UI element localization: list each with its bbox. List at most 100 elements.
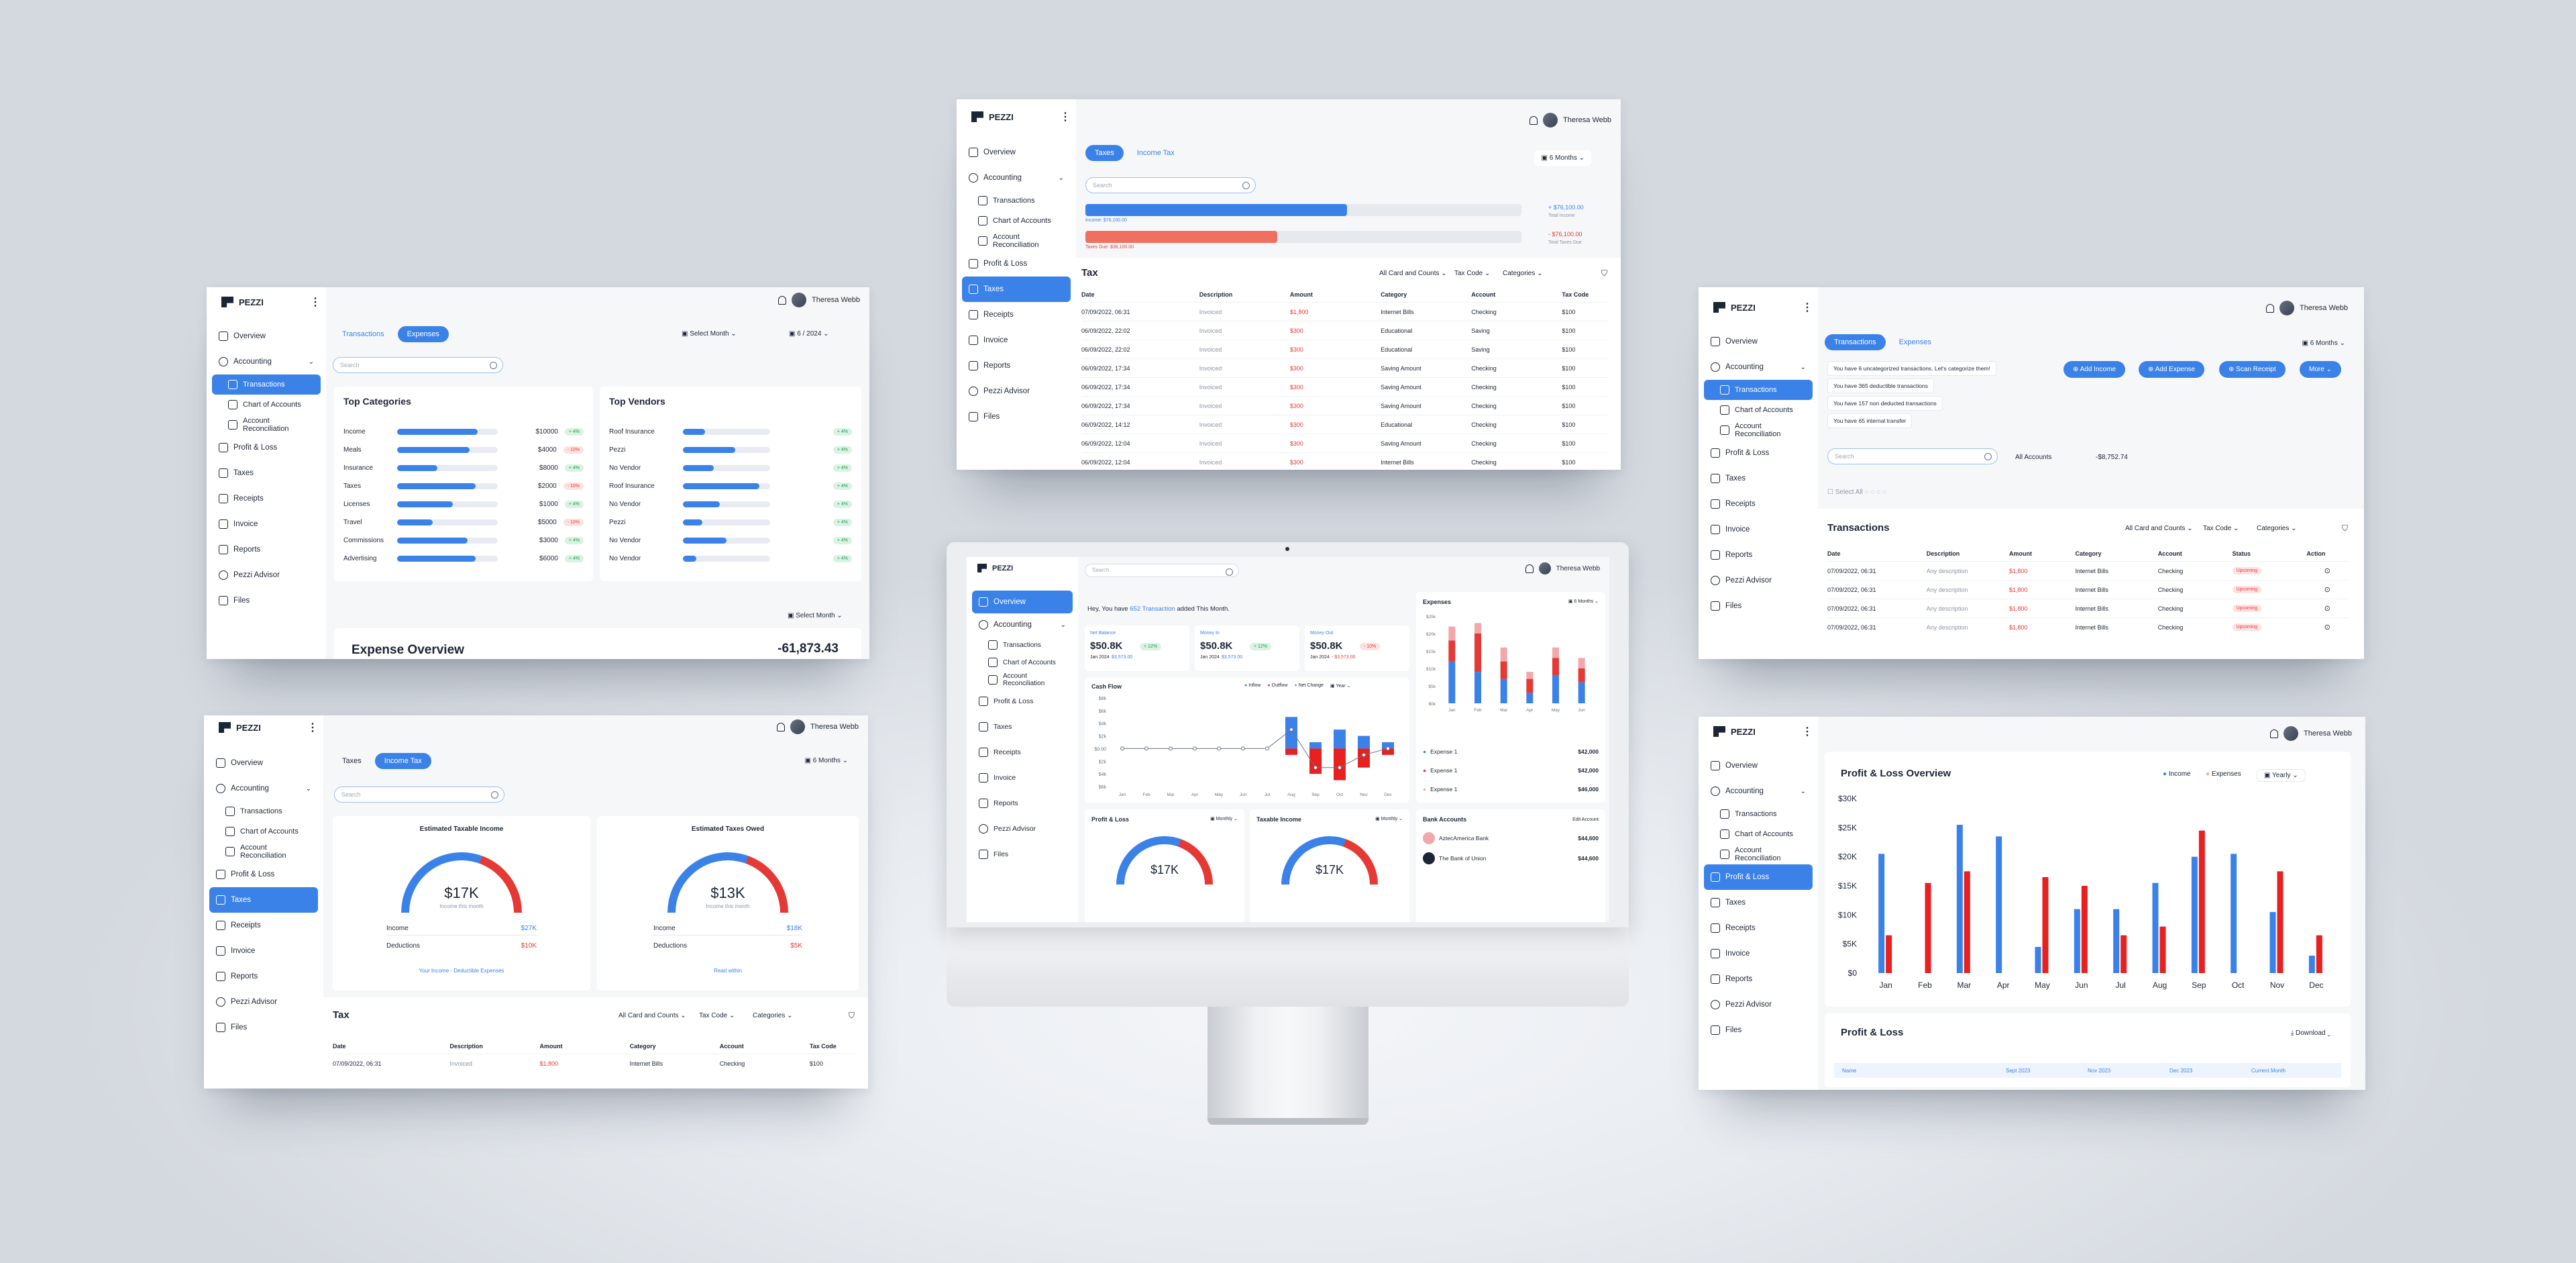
sidebar-item-reports[interactable]: Reports: [1704, 966, 1813, 992]
info-link[interactable]: Your Income - Deductible Expenses: [333, 968, 590, 974]
period-dropdown[interactable]: ▣ 6 Months ⌄: [1568, 599, 1599, 604]
greeting-link[interactable]: 652 Transaction: [1130, 605, 1175, 613]
sidebar-item-files[interactable]: Files: [1704, 593, 1813, 619]
search-input[interactable]: Search: [1827, 448, 1998, 464]
filter-categories[interactable]: Categories ⌄: [1503, 270, 1543, 277]
bank-row[interactable]: AztecAmerica Bank $44,600: [1423, 832, 1599, 844]
sidebar-item-advisor[interactable]: Pezzi Advisor: [972, 816, 1073, 842]
sidebar-item-receipts[interactable]: Receipts: [209, 913, 318, 938]
period-dropdown[interactable]: ▣ 6 Months ⌄: [804, 757, 848, 764]
sidebar-item-reports[interactable]: Reports: [972, 791, 1073, 816]
filter-cards[interactable]: All Card and Counts ⌄: [619, 1012, 686, 1019]
sidebar-item-profit-loss[interactable]: Profit & Loss: [209, 862, 318, 887]
period-dropdown[interactable]: ▣ Yearly ⌄: [2257, 769, 2306, 782]
add-expense-button[interactable]: ⊕ Add Expense: [2139, 361, 2205, 378]
sidebar-item-account-reconciliation[interactable]: Account Reconciliation: [212, 415, 321, 435]
period-dropdown[interactable]: ▣ 6 Months ⌄: [2302, 340, 2345, 347]
edit-account-link[interactable]: Edit Account: [1572, 817, 1599, 822]
bell-icon[interactable]: [1525, 564, 1534, 573]
more-button[interactable]: More ⌄: [2300, 361, 2341, 378]
tab-taxes[interactable]: Taxes: [333, 753, 371, 769]
sidebar-item-chart-of-accounts[interactable]: Chart of Accounts: [1704, 824, 1813, 844]
sidebar-item-reports[interactable]: Reports: [212, 537, 321, 562]
select-all-checkbox[interactable]: ☐ Select All ◌ ◌ ◌ ◌: [1827, 489, 1886, 496]
scan-receipt-button[interactable]: ⊕ Scan Receipt: [2219, 361, 2286, 378]
sidebar-item-receipts[interactable]: Receipts: [212, 486, 321, 511]
notice-deductible[interactable]: You have 365 deductible transactions: [1827, 378, 1934, 393]
notice-internal-transfer[interactable]: You have 65 internal transfer: [1827, 413, 1913, 428]
sidebar-item-transactions[interactable]: Transactions: [209, 801, 318, 821]
row-action-icon[interactable]: ⊙: [2324, 623, 2330, 632]
sidebar-item-invoice[interactable]: Invoice: [1704, 941, 1813, 966]
period-dropdown[interactable]: ▣ Monthly ⌄: [1210, 816, 1238, 821]
sidebar-item-invoice[interactable]: Invoice: [962, 327, 1071, 353]
sidebar-item-taxes[interactable]: Taxes: [972, 714, 1073, 740]
filter-tax-code[interactable]: Tax Code ⌄: [699, 1012, 735, 1019]
sidebar-item-account-reconciliation[interactable]: Account Reconciliation: [962, 231, 1071, 251]
sidebar-item-chart-of-accounts[interactable]: Chart of Accounts: [209, 821, 318, 842]
sidebar-item-profit-loss[interactable]: Profit & Loss: [972, 689, 1073, 714]
sidebar-item-account-reconciliation[interactable]: Account Reconciliation: [1704, 844, 1813, 864]
user-menu[interactable]: Theresa Webb: [1529, 113, 1611, 128]
filter-icon[interactable]: ⛉: [2342, 523, 2348, 534]
more-menu-icon[interactable]: ⋮: [1060, 110, 1071, 123]
notice-non-deducted[interactable]: You have 157 non deducted transactions: [1827, 396, 1943, 411]
sidebar-item-account-reconciliation[interactable]: Account Reconciliation: [972, 671, 1073, 689]
sidebar-item-invoice[interactable]: Invoice: [209, 938, 318, 964]
accounts-amount[interactable]: -$8,752.74: [2096, 454, 2128, 461]
sidebar-item-taxes[interactable]: Taxes: [212, 460, 321, 486]
sidebar-item-transactions[interactable]: Transactions: [972, 636, 1073, 654]
sidebar-item-profit-loss[interactable]: Profit & Loss: [212, 435, 321, 460]
sidebar-item-accounting[interactable]: Accounting ⌄: [1704, 354, 1813, 380]
sidebar-item-advisor[interactable]: Pezzi Advisor: [1704, 568, 1813, 593]
user-menu[interactable]: Theresa Webb: [778, 293, 860, 307]
filter-categories[interactable]: Categories ⌄: [2257, 525, 2297, 532]
sidebar-item-files[interactable]: Files: [972, 842, 1073, 867]
sidebar-item-invoice[interactable]: Invoice: [972, 765, 1073, 791]
tab-expenses[interactable]: Expenses: [1890, 334, 1941, 350]
filter-categories[interactable]: Categories ⌄: [753, 1012, 793, 1019]
sidebar-item-advisor[interactable]: Pezzi Advisor: [962, 378, 1071, 404]
row-action-icon[interactable]: ⊙: [2324, 566, 2330, 575]
bell-icon[interactable]: [778, 295, 787, 305]
sidebar-item-accounting[interactable]: Accounting ⌄: [209, 776, 318, 801]
info-link[interactable]: Read within: [597, 968, 859, 974]
sidebar-item-overview[interactable]: Overview: [972, 591, 1073, 613]
period-dropdown[interactable]: ▣ Monthly ⌄: [1375, 816, 1403, 821]
legend-year[interactable]: ▣ Year ⌄: [1330, 683, 1350, 689]
bell-icon[interactable]: [1529, 115, 1538, 125]
more-menu-icon[interactable]: ⋮: [310, 295, 321, 309]
filter-tax-code[interactable]: Tax Code ⌄: [2203, 525, 2239, 532]
sidebar-item-transactions[interactable]: Transactions: [1704, 380, 1813, 400]
sidebar-item-transactions[interactable]: Transactions: [212, 374, 321, 395]
sidebar-item-receipts[interactable]: Receipts: [962, 302, 1071, 327]
select-month-dropdown[interactable]: ▣ Select Month ⌄: [682, 330, 737, 338]
sidebar-item-receipts[interactable]: Receipts: [1704, 491, 1813, 517]
search-input[interactable]: Search: [333, 357, 503, 373]
sidebar-item-files[interactable]: Files: [209, 1015, 318, 1040]
sidebar-item-profit-loss[interactable]: Profit & Loss: [1704, 864, 1813, 890]
more-menu-icon[interactable]: ⋮: [1802, 725, 1813, 738]
search-input[interactable]: Search: [334, 787, 504, 803]
sidebar-item-reports[interactable]: Reports: [962, 353, 1071, 378]
filter-icon[interactable]: ⛉: [1601, 268, 1607, 279]
sidebar-item-overview[interactable]: Overview: [1704, 329, 1813, 354]
more-menu-icon[interactable]: ⋮: [1802, 301, 1813, 314]
tab-income-tax[interactable]: Income Tax: [374, 753, 431, 769]
tab-expenses[interactable]: Expenses: [397, 326, 449, 342]
sidebar-item-taxes[interactable]: Taxes: [1704, 466, 1813, 491]
select-month-dropdown[interactable]: ▣ Select Month ⌄: [788, 612, 843, 619]
sidebar-item-profit-loss[interactable]: Profit & Loss: [962, 251, 1071, 276]
tab-income-tax[interactable]: Income Tax: [1128, 145, 1184, 161]
sidebar-item-overview[interactable]: Overview: [962, 140, 1071, 165]
user-menu[interactable]: Theresa Webb: [2270, 726, 2352, 741]
sidebar-item-chart-of-accounts[interactable]: Chart of Accounts: [972, 654, 1073, 671]
add-income-button[interactable]: ⊕ Add Income: [2063, 361, 2125, 378]
sidebar-item-chart-of-accounts[interactable]: Chart of Accounts: [1704, 400, 1813, 420]
notice-uncategorized[interactable]: You have 6 uncategorized transactions. L…: [1827, 361, 1996, 376]
bank-row[interactable]: The Bank of Union $44,600: [1423, 852, 1599, 864]
tab-taxes[interactable]: Taxes: [1085, 145, 1124, 161]
period-dropdown[interactable]: ▣ 6 / 2024 ⌄: [789, 330, 829, 338]
sidebar-item-chart-of-accounts[interactable]: Chart of Accounts: [212, 395, 321, 415]
bell-icon[interactable]: [2270, 729, 2279, 738]
